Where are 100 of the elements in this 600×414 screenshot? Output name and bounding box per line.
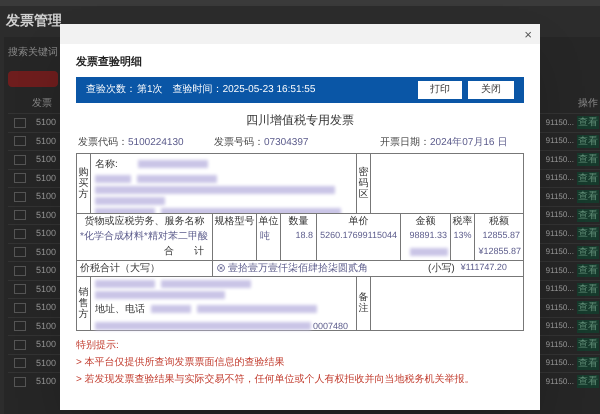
row-checkbox[interactable] <box>14 136 26 146</box>
column-header: 税率 <box>452 214 472 228</box>
view-button[interactable]: 查看 <box>577 172 599 185</box>
row-checkbox[interactable] <box>14 358 26 368</box>
redacted-block <box>151 305 191 313</box>
search-label: 搜索关键词 <box>8 46 58 60</box>
view-button[interactable]: 查看 <box>577 320 599 333</box>
table-cell-text: 5100 <box>36 172 56 184</box>
row-checkbox[interactable] <box>14 266 26 276</box>
table-cell: 91150... <box>546 302 574 314</box>
row-checkbox[interactable] <box>14 210 26 220</box>
view-button[interactable]: 查看 <box>577 153 599 166</box>
view-button[interactable]: 查看 <box>577 282 599 296</box>
total-label: 合 计 <box>164 244 204 259</box>
table-cell-text: 5100 <box>36 356 56 370</box>
table-cell-text: 5100 <box>36 208 56 222</box>
table-cell-text: 5100 <box>36 153 56 166</box>
close-button[interactable]: × <box>524 28 532 40</box>
table-cell: 91150... <box>546 320 574 332</box>
table-cell: 91150... <box>546 172 574 184</box>
page-title: 发票管理 <box>6 11 62 30</box>
invoice-title: 四川增值税专用发票 <box>246 112 354 128</box>
field-label: 地址、电话 <box>95 302 145 316</box>
table-cell-text: *化学合成材料*精对苯二甲酸 <box>80 230 208 244</box>
table-cell: 91150... <box>546 116 574 129</box>
table-cell-text: 5100 <box>36 134 56 148</box>
side-label: 购买方 <box>78 166 88 200</box>
table-cell-text: 5100 <box>36 190 56 203</box>
view-button[interactable]: 查看 <box>577 190 599 204</box>
redacted-block <box>95 196 165 204</box>
column-header: 操作 <box>578 96 598 110</box>
row-checkbox[interactable] <box>14 192 26 202</box>
count-label: 查验次数： <box>86 82 136 97</box>
table-cell-text: 12855.87 <box>482 229 520 242</box>
close-button[interactable]: 关闭 <box>468 80 514 98</box>
notice-text: > 若发现发票查验结果与实际交易不符，任何单位或个人有权拒收并向当地税务机关举报。 <box>76 372 475 386</box>
row-checkbox[interactable] <box>14 228 26 239</box>
table-cell-text: 13% <box>454 229 472 242</box>
view-button[interactable]: 查看 <box>577 356 599 370</box>
dialog-title: 发票查验明细 <box>76 54 142 70</box>
table-cell-text: 5100 <box>36 282 56 296</box>
view-button[interactable]: 查看 <box>577 375 599 388</box>
column-header: 规格型号 <box>214 214 254 228</box>
table-cell: 91150... <box>546 283 574 296</box>
small-amount-label: (小写) <box>428 262 455 276</box>
row-checkbox[interactable] <box>14 284 26 294</box>
field-value: 5100224130 <box>128 136 184 150</box>
table-cell-text: 5100 <box>36 301 56 314</box>
view-button[interactable]: 查看 <box>577 227 599 240</box>
view-button[interactable]: 查看 <box>577 246 599 259</box>
view-button[interactable]: 查看 <box>577 301 599 314</box>
side-label: 密码区 <box>358 166 368 200</box>
row-checkbox[interactable] <box>14 340 26 350</box>
row-checkbox[interactable] <box>14 118 26 128</box>
table-cell-text: 5100 <box>36 246 56 258</box>
table-cell-text: 18.8 <box>295 229 313 242</box>
side-label: 销售方 <box>78 286 88 320</box>
action-button[interactable] <box>8 71 58 87</box>
redacted-block <box>410 248 448 256</box>
table-cell-text: 5100 <box>36 264 56 277</box>
table-cell-text: 5100 <box>36 227 56 240</box>
view-button[interactable]: 查看 <box>577 116 599 130</box>
view-button[interactable]: 查看 <box>577 338 599 352</box>
total-amount: ¥111747.20 <box>460 261 507 274</box>
table-cell: 91150... <box>546 209 574 222</box>
table-cell: 91150... <box>546 190 574 203</box>
notice-title: 特别提示: <box>76 338 119 352</box>
view-button[interactable]: 查看 <box>577 264 599 278</box>
column-header: 单位 <box>258 214 278 228</box>
notice-text: > 本平台仅提供所查询发票票面信息的查验结果 <box>76 356 285 370</box>
field-value: 07304397 <box>264 136 308 150</box>
count-value: 第1次 <box>137 83 163 97</box>
column-header: 货物或应税劳务、服务名称 <box>84 214 204 228</box>
table-cell-text: 5100 <box>36 375 56 388</box>
print-button[interactable]: 打印 <box>418 80 462 98</box>
row-checkbox[interactable] <box>14 302 26 313</box>
row-checkbox[interactable] <box>14 173 26 184</box>
table-cell-text: 5100 <box>36 338 56 351</box>
table-cell: 91150... <box>546 228 574 240</box>
account-number: 0007480 <box>313 320 348 332</box>
view-button[interactable]: 查看 <box>577 134 599 148</box>
table-cell: 91150... <box>546 264 574 277</box>
redacted-block <box>138 160 208 168</box>
field-value: 2024年07月16 日 <box>430 136 508 150</box>
field-label: 发票号码： <box>214 136 264 150</box>
table-cell: 91150... <box>546 135 574 148</box>
circle-x-icon <box>217 264 225 272</box>
redacted-block <box>95 280 155 288</box>
row-checkbox[interactable] <box>14 247 26 258</box>
time-label: 查验时间： <box>172 82 223 97</box>
row-checkbox[interactable] <box>14 154 26 165</box>
table-cell: 91150... <box>546 338 574 351</box>
redacted-block <box>95 174 131 182</box>
row-checkbox[interactable] <box>14 376 26 387</box>
column-header: 金额 <box>416 214 436 228</box>
field-label: 发票代码： <box>78 136 128 150</box>
view-button[interactable]: 查看 <box>577 208 599 222</box>
row-checkbox[interactable] <box>14 321 26 332</box>
side-label: 备注 <box>358 292 368 314</box>
table-cell-text: 吨 <box>260 230 270 244</box>
